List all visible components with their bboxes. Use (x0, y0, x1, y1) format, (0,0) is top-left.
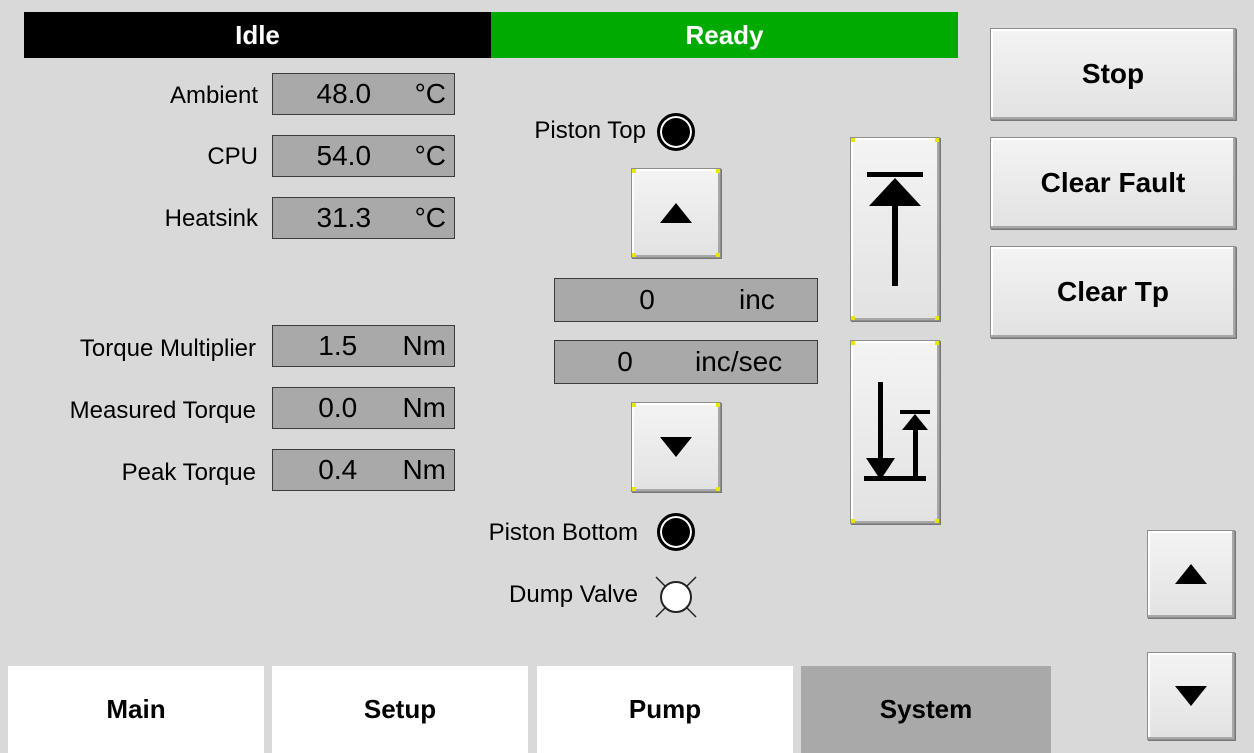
piston-position-value: 0 (639, 284, 655, 315)
torque-multiplier-unit: Nm (402, 330, 446, 361)
clear-fault-button[interactable]: Clear Fault (990, 137, 1236, 229)
scroll-up-button[interactable] (1147, 530, 1235, 618)
piston-speed-unit: inc/sec (695, 346, 783, 377)
piston-bottom-label: Piston Bottom (488, 519, 638, 546)
piston-speed-value: 0 (617, 346, 633, 377)
clear-tp-button[interactable]: Clear Tp (990, 246, 1236, 338)
move-to-bottom-button[interactable] (850, 340, 940, 524)
ambient-label: Ambient (169, 82, 258, 109)
valve-indicator-icon (655, 576, 697, 618)
dump-valve-indicator (652, 573, 700, 621)
heatsink-readout: 31.3 °C (272, 197, 455, 239)
piston-speed-readout: 0 inc/sec (554, 340, 818, 384)
stop-button[interactable]: Stop (990, 28, 1236, 120)
peak-torque-label: Peak Torque (121, 459, 256, 486)
tab-main[interactable]: Main (8, 666, 264, 753)
status-state: Ready (491, 12, 958, 58)
peak-torque-readout: 0.4 Nm (272, 449, 455, 491)
scroll-down-button[interactable] (1147, 652, 1235, 740)
heatsink-value: 31.3 (316, 202, 372, 233)
triangle-up-icon (1175, 564, 1207, 584)
tab-setup[interactable]: Setup (272, 666, 528, 753)
move-to-top-icon (867, 172, 923, 286)
status-mode: Idle (24, 12, 491, 58)
clear-tp-button-label: Clear Tp (1056, 276, 1170, 307)
ambient-readout: 48.0 °C (272, 73, 455, 115)
torque-multiplier-label: Torque Multiplier (79, 335, 256, 362)
piston-position-unit: inc (739, 284, 775, 315)
measured-torque-label: Measured Torque (69, 397, 256, 424)
jog-up-button[interactable] (631, 168, 721, 258)
peak-torque-value: 0.4 (318, 454, 358, 485)
piston-position-readout: 0 inc (554, 278, 818, 322)
heatsink-label: Heatsink (164, 205, 258, 232)
measured-torque-unit: Nm (402, 392, 446, 423)
piston-top-label: Piston Top (534, 117, 646, 144)
torque-multiplier-readout: 1.5 Nm (272, 325, 455, 367)
triangle-down-icon (660, 437, 692, 457)
tab-system[interactable]: System (801, 666, 1051, 753)
stop-button-label: Stop (1081, 58, 1145, 89)
peak-torque-unit: Nm (402, 454, 446, 485)
triangle-down-icon (1175, 686, 1207, 706)
move-to-bottom-icon (864, 382, 930, 481)
triangle-up-icon (660, 203, 692, 223)
hmi-screen: { "status": {"mode": "Idle", "state": "R… (0, 0, 1254, 753)
heatsink-unit: °C (414, 202, 446, 233)
dump-valve-label: Dump Valve (509, 581, 638, 608)
measured-torque-readout: 0.0 Nm (272, 387, 455, 429)
tab-pump[interactable]: Pump (537, 666, 793, 753)
piston-bottom-indicator (657, 513, 695, 551)
torque-multiplier-value: 1.5 (318, 330, 358, 361)
move-to-top-button[interactable] (850, 137, 940, 321)
clear-fault-button-label: Clear Fault (1040, 167, 1186, 198)
ambient-unit: °C (414, 78, 446, 109)
cpu-label: CPU (207, 143, 258, 170)
piston-top-indicator (657, 113, 695, 151)
measured-torque-value: 0.0 (318, 392, 358, 423)
jog-down-button[interactable] (631, 402, 721, 492)
ambient-value: 48.0 (316, 78, 372, 109)
